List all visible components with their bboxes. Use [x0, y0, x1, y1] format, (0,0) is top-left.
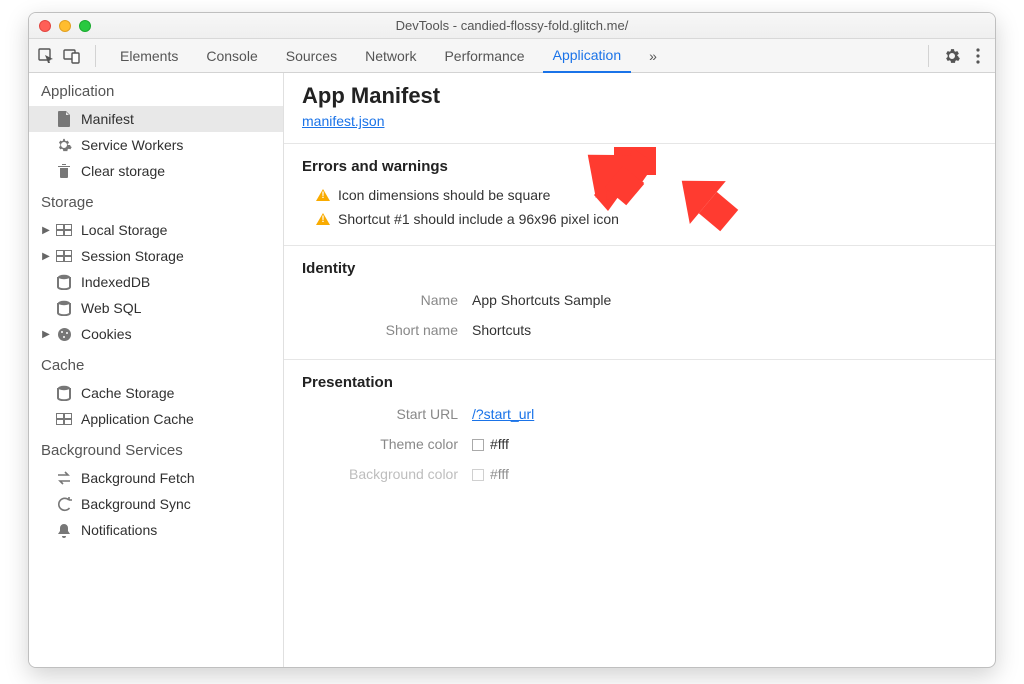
- table-icon: [55, 410, 73, 428]
- gear-icon: [55, 136, 73, 154]
- chevron-right-icon: ▶: [41, 329, 51, 340]
- sidebar-item-label: Local Storage: [81, 222, 167, 238]
- sidebar-section-background: Background Services: [29, 432, 283, 465]
- sidebar-item-cache-storage[interactable]: ▶ Cache Storage: [29, 380, 283, 406]
- warning-icon: [316, 213, 330, 225]
- sidebar-item-service-workers[interactable]: ▶ Service Workers: [29, 132, 283, 158]
- sidebar-item-label: Cache Storage: [81, 385, 174, 401]
- warning-text: Icon dimensions should be square: [338, 187, 550, 203]
- color-swatch: [472, 439, 484, 451]
- window-title: DevTools - candied-flossy-fold.glitch.me…: [29, 18, 995, 33]
- sidebar-item-label: Notifications: [81, 522, 157, 538]
- sidebar-item-label: IndexedDB: [81, 274, 150, 290]
- tab-elements[interactable]: Elements: [110, 39, 188, 73]
- panel-toolbar: Elements Console Sources Network Perform…: [29, 39, 995, 73]
- sidebar-item-clear-storage[interactable]: ▶ Clear storage: [29, 158, 283, 184]
- start-url-link[interactable]: /?start_url: [472, 406, 534, 422]
- sidebar-item-background-sync[interactable]: ▶ Background Sync: [29, 491, 283, 517]
- sidebar-item-label: Web SQL: [81, 300, 141, 316]
- sidebar-item-indexeddb[interactable]: ▶ IndexedDB: [29, 269, 283, 295]
- field-label: Start URL: [302, 406, 472, 422]
- section-presentation-header: Presentation: [302, 374, 977, 391]
- sidebar-item-application-cache[interactable]: ▶ Application Cache: [29, 406, 283, 432]
- sidebar-item-label: Session Storage: [81, 248, 184, 264]
- chevron-right-icon: ▶: [41, 251, 51, 262]
- field-label: Theme color: [302, 436, 472, 452]
- tab-sources[interactable]: Sources: [276, 39, 347, 73]
- tab-performance[interactable]: Performance: [434, 39, 534, 73]
- sidebar-section-cache: Cache: [29, 347, 283, 380]
- warning-text: Shortcut #1 should include a 96x96 pixel…: [338, 211, 619, 227]
- panel-body: Application ▶ Manifest ▶ Service Workers…: [29, 73, 995, 667]
- field-label: Name: [302, 292, 472, 308]
- application-sidebar: Application ▶ Manifest ▶ Service Workers…: [29, 73, 284, 667]
- field-value: App Shortcuts Sample: [472, 292, 611, 308]
- kebab-menu-icon[interactable]: [969, 47, 987, 65]
- gear-icon[interactable]: [943, 47, 961, 65]
- device-toggle-icon[interactable]: [63, 47, 81, 65]
- sidebar-section-application: Application: [29, 73, 283, 106]
- sidebar-item-label: Manifest: [81, 111, 134, 127]
- field-label: Background color: [302, 466, 472, 482]
- titlebar: DevTools - candied-flossy-fold.glitch.me…: [29, 13, 995, 39]
- field-value: #fff: [472, 436, 509, 452]
- sidebar-item-manifest[interactable]: ▶ Manifest: [29, 106, 283, 132]
- sidebar-item-local-storage[interactable]: ▶ Local Storage: [29, 217, 283, 243]
- sidebar-item-background-fetch[interactable]: ▶ Background Fetch: [29, 465, 283, 491]
- sidebar-item-label: Application Cache: [81, 411, 194, 427]
- bell-icon: [55, 521, 73, 539]
- file-icon: [55, 110, 73, 128]
- divider: [928, 45, 929, 67]
- divider: [95, 45, 96, 67]
- presentation-theme-color-row: Theme color #fff: [302, 429, 977, 459]
- manifest-link[interactable]: manifest.json: [302, 113, 384, 129]
- manifest-panel: App Manifest manifest.json Errors and wa…: [284, 73, 995, 667]
- field-value: Shortcuts: [472, 322, 531, 338]
- sidebar-item-label: Cookies: [81, 326, 132, 342]
- database-icon: [55, 273, 73, 291]
- tab-more[interactable]: »: [639, 39, 667, 73]
- cookie-icon: [55, 325, 73, 343]
- table-icon: [55, 247, 73, 265]
- sidebar-item-label: Background Fetch: [81, 470, 195, 486]
- sidebar-item-label: Service Workers: [81, 137, 183, 153]
- presentation-background-color-row: Background color #fff: [302, 459, 977, 489]
- section-identity-header: Identity: [302, 260, 977, 277]
- table-icon: [55, 221, 73, 239]
- database-icon: [55, 384, 73, 402]
- tab-console[interactable]: Console: [196, 39, 267, 73]
- swap-icon: [55, 469, 73, 487]
- trash-icon: [55, 162, 73, 180]
- database-icon: [55, 299, 73, 317]
- sidebar-item-cookies[interactable]: ▶ Cookies: [29, 321, 283, 347]
- sidebar-section-storage: Storage: [29, 184, 283, 217]
- tab-application[interactable]: Application: [543, 39, 632, 73]
- sidebar-item-label: Background Sync: [81, 496, 191, 512]
- inspect-element-icon[interactable]: [37, 47, 55, 65]
- annotation-arrow: [664, 170, 738, 242]
- devtools-window: DevTools - candied-flossy-fold.glitch.me…: [28, 12, 996, 668]
- identity-name-row: Name App Shortcuts Sample: [302, 285, 977, 315]
- sidebar-item-session-storage[interactable]: ▶ Session Storage: [29, 243, 283, 269]
- chevron-right-icon: ▶: [41, 225, 51, 236]
- sidebar-item-notifications[interactable]: ▶ Notifications: [29, 517, 283, 543]
- sidebar-item-label: Clear storage: [81, 163, 165, 179]
- color-swatch: [472, 469, 484, 481]
- sync-icon: [55, 495, 73, 513]
- tab-network[interactable]: Network: [355, 39, 426, 73]
- field-label: Short name: [302, 322, 472, 338]
- warning-icon: [316, 189, 330, 201]
- page-title: App Manifest: [302, 83, 977, 109]
- field-value: #fff: [472, 466, 509, 482]
- identity-short-name-row: Short name Shortcuts: [302, 315, 977, 345]
- presentation-start-url-row: Start URL /?start_url: [302, 399, 977, 429]
- sidebar-item-web-sql[interactable]: ▶ Web SQL: [29, 295, 283, 321]
